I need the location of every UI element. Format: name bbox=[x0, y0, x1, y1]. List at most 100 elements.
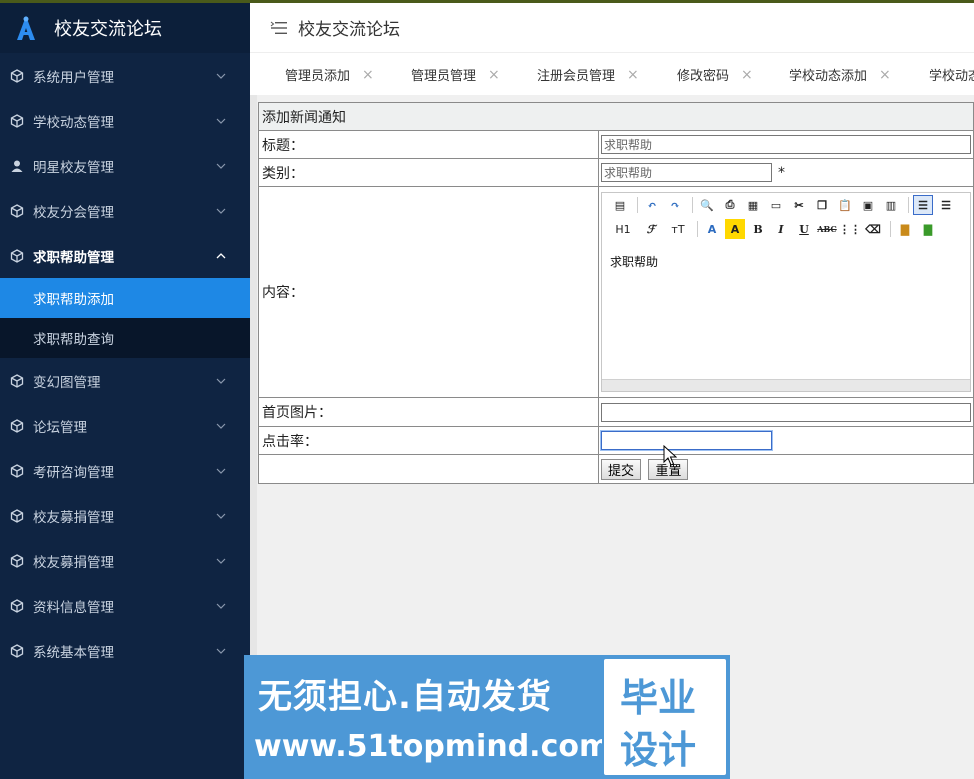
chevron-down-icon bbox=[216, 509, 226, 519]
cube-icon bbox=[10, 373, 24, 388]
tab-label: 注册会员管理 bbox=[537, 69, 616, 84]
watermark-url: www.51topmind.com bbox=[254, 729, 611, 764]
form-caption: 添加新闻通知 bbox=[258, 102, 974, 131]
tab-school-news-add[interactable]: 学校动态添加 × bbox=[789, 65, 891, 85]
menu-toggle-icon[interactable] bbox=[270, 21, 288, 35]
sidebar-item-label: 校友募捐管理 bbox=[33, 509, 114, 526]
chevron-down-icon bbox=[216, 599, 226, 609]
cube-icon bbox=[10, 203, 24, 218]
print-icon[interactable]: ⎙ bbox=[720, 195, 740, 215]
toolbar-separator bbox=[692, 197, 693, 213]
heading-dropdown[interactable]: H1 bbox=[610, 219, 636, 239]
editor-toolbar-row2: H1 ℱ тT A A B I U ABC ⋮⋮ ⌫ ▇ ▇ bbox=[602, 217, 970, 241]
tab-school-news[interactable]: 学校动态 bbox=[929, 65, 974, 84]
sidebar-item-label: 系统用户管理 bbox=[33, 69, 114, 86]
cube-icon bbox=[10, 463, 24, 478]
code-icon[interactable]: ▭ bbox=[766, 195, 786, 215]
cut-icon[interactable]: ✂ bbox=[789, 195, 809, 215]
chevron-down-icon bbox=[216, 114, 226, 124]
watermark-badge: 毕业 设计 bbox=[602, 657, 728, 777]
cube-icon bbox=[10, 113, 24, 128]
clicks-input[interactable] bbox=[601, 431, 772, 450]
tab-label: 管理员添加 bbox=[285, 69, 351, 84]
font-family-dropdown[interactable]: ℱ bbox=[639, 219, 663, 239]
sidebar-item[interactable]: 资料信息管理 bbox=[0, 583, 250, 628]
undo-icon[interactable]: ↶ bbox=[642, 195, 662, 215]
sidebar-item[interactable]: 明星校友管理 bbox=[0, 143, 250, 188]
toolbar-separator bbox=[697, 221, 698, 237]
sidebar-item[interactable]: 系统用户管理 bbox=[0, 53, 250, 98]
submit-button[interactable]: 提交 bbox=[601, 458, 642, 480]
close-icon[interactable]: × bbox=[627, 67, 639, 83]
template-icon[interactable]: ▦ bbox=[743, 195, 763, 215]
submenu: 求职帮助添加 求职帮助查询 bbox=[0, 278, 250, 358]
image-icon[interactable]: ▇ bbox=[895, 219, 915, 239]
sidebar-item[interactable]: 考研咨询管理 bbox=[0, 448, 250, 493]
cube-icon bbox=[10, 553, 24, 568]
align-center-icon[interactable]: ☰ bbox=[936, 195, 956, 215]
multi-image-icon[interactable]: ▇ bbox=[918, 219, 938, 239]
font-color-icon[interactable]: A bbox=[702, 219, 722, 239]
sidebar-item-label: 明星校友管理 bbox=[33, 159, 114, 176]
submenu-item[interactable]: 求职帮助添加 bbox=[0, 278, 250, 318]
bold-icon[interactable]: B bbox=[748, 219, 768, 239]
required-mark: * bbox=[778, 164, 785, 181]
align-left-icon[interactable]: ☰ bbox=[913, 195, 933, 215]
sidebar-item[interactable]: 校友分会管理 bbox=[0, 188, 250, 233]
close-icon[interactable]: × bbox=[362, 67, 374, 83]
close-icon[interactable]: × bbox=[488, 67, 500, 83]
tab-admin-manage[interactable]: 管理员管理 × bbox=[411, 65, 500, 85]
paste-text-icon[interactable]: ▣ bbox=[858, 195, 878, 215]
logo-icon bbox=[17, 16, 35, 40]
sidebar-item[interactable]: 求职帮助管理 bbox=[0, 233, 250, 278]
sidebar-menu: 系统用户管理 学校动态管理 明星校友管理 校友分会管理求职帮助管理 求职帮助添加 求职帮助… bbox=[0, 53, 250, 673]
sidebar-item[interactable]: 系统基本管理 bbox=[0, 628, 250, 673]
source-icon[interactable]: ▤ bbox=[610, 195, 630, 215]
tab-member-manage[interactable]: 注册会员管理 × bbox=[537, 65, 639, 85]
category-input[interactable] bbox=[601, 163, 772, 182]
strikethrough-icon[interactable]: ABC bbox=[817, 219, 837, 239]
sidebar-item[interactable]: 学校动态管理 bbox=[0, 98, 250, 143]
paste-word-icon[interactable]: ▥ bbox=[881, 195, 901, 215]
redo-icon[interactable]: ↷ bbox=[665, 195, 685, 215]
tab-admin-add[interactable]: 管理员添加 × bbox=[285, 65, 374, 85]
italic-icon[interactable]: I bbox=[771, 219, 791, 239]
highlight-icon[interactable]: A bbox=[725, 219, 745, 239]
tab-bar: 管理员添加 × 管理员管理 × 注册会员管理 × 修改密码 × 学校动态添加 × 学校动态 bbox=[250, 53, 974, 95]
close-icon[interactable]: × bbox=[879, 67, 891, 83]
copy-icon[interactable]: ❐ bbox=[812, 195, 832, 215]
sidebar-item-label: 校友分会管理 bbox=[33, 204, 114, 221]
watermark-badge-line2: 设计 bbox=[620, 728, 697, 772]
sidebar-item-label: 校友募捐管理 bbox=[33, 554, 114, 571]
chevron-down-icon bbox=[216, 419, 226, 429]
sidebar-item-label: 学校动态管理 bbox=[33, 114, 114, 131]
close-icon[interactable]: × bbox=[741, 67, 753, 83]
cube-icon bbox=[10, 643, 24, 658]
editor-content[interactable]: 求职帮助 bbox=[602, 245, 970, 383]
preview-icon[interactable]: 🔍 bbox=[697, 195, 717, 215]
font-size-dropdown[interactable]: тT bbox=[666, 219, 690, 239]
underline-icon[interactable]: U bbox=[794, 219, 814, 239]
sidebar-item-label: 考研咨询管理 bbox=[33, 464, 114, 481]
sidebar: 校友交流论坛 系统用户管理 学校动态管理 明星校友管理 校友分会管理 求职帮助管理 求职帮… bbox=[0, 3, 250, 779]
sidebar-item[interactable]: 变幻图管理 bbox=[0, 358, 250, 403]
brand-title: 校友交流论坛 bbox=[54, 19, 162, 40]
chevron-down-icon bbox=[216, 374, 226, 384]
rich-text-editor[interactable]: ▤ ↶ ↷ 🔍 ⎙ ▦ ▭ ✂ ❐ 📋 ▣ ▥ ☰ ☰ H1 ℱ тT A A … bbox=[601, 192, 971, 392]
image-input[interactable] bbox=[601, 402, 971, 422]
chevron-down-icon bbox=[216, 69, 226, 79]
toolbar-separator bbox=[637, 197, 638, 213]
chevron-down-icon bbox=[216, 204, 226, 214]
cube-icon bbox=[10, 418, 24, 433]
eraser-icon[interactable]: ⌫ bbox=[863, 219, 883, 239]
title-input[interactable] bbox=[601, 135, 971, 154]
paste-icon[interactable]: 📋 bbox=[835, 195, 855, 215]
page-title: 校友交流论坛 bbox=[298, 20, 400, 40]
submenu-item[interactable]: 求职帮助查询 bbox=[0, 318, 250, 358]
editor-resize-bar[interactable] bbox=[602, 379, 970, 391]
sidebar-item[interactable]: 校友募捐管理 bbox=[0, 538, 250, 583]
sidebar-item[interactable]: 校友募捐管理 bbox=[0, 493, 250, 538]
table-icon[interactable]: ⋮⋮ bbox=[839, 219, 861, 239]
sidebar-item[interactable]: 论坛管理 bbox=[0, 403, 250, 448]
tab-change-password[interactable]: 修改密码 × bbox=[677, 65, 753, 85]
